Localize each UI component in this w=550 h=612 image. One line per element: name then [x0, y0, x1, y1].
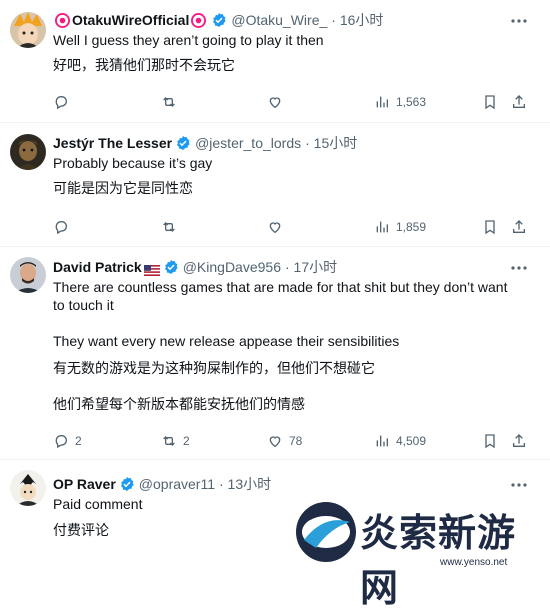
reply-icon [55, 96, 67, 110]
watermark-logo-icon [296, 502, 356, 562]
bookmark-icon [485, 95, 495, 110]
display-name[interactable]: Jestýr The Lesser [53, 134, 172, 152]
retweet-button[interactable]: 2 [161, 431, 190, 451]
retweet-button[interactable] [161, 92, 183, 112]
like-button[interactable] [267, 217, 289, 237]
handle[interactable]: @jester_to_lords [195, 134, 301, 152]
share-icon [513, 434, 525, 447]
display-name[interactable]: David Patrick [53, 258, 142, 276]
bookmark-icon [485, 434, 495, 449]
verified-badge-icon [163, 259, 179, 275]
retweet-icon [163, 436, 175, 446]
tweet-text-line: to touch it [53, 297, 114, 313]
timestamp[interactable]: · 16小时 [331, 11, 383, 29]
handle[interactable]: @Otaku_Wire_ [231, 11, 327, 29]
views-button[interactable]: 1,563 [374, 92, 426, 112]
pink-badge-icon [191, 12, 207, 28]
tweet[interactable]: Jestýr The Lesser @jester_to_lords · 15小… [0, 123, 550, 246]
tweet-actions: 1,563 [53, 92, 533, 112]
tweet-text-line: 他们希望每个新版本都能安抚他们的情感 [53, 396, 305, 412]
more-options-icon[interactable] [510, 12, 528, 30]
display-name[interactable]: OP Raver [53, 475, 116, 493]
avatar[interactable] [10, 134, 46, 170]
share-icon [513, 95, 525, 108]
timestamp[interactable]: · 13小时 [219, 475, 271, 493]
tweet-text-line: Probably because it’s gay [53, 155, 213, 171]
bookmark-button[interactable] [482, 92, 498, 112]
like-button[interactable]: 78 [267, 431, 302, 451]
watermark-url: www.yenso.net [440, 557, 508, 568]
reply-button[interactable] [53, 217, 75, 237]
heart-icon [269, 436, 281, 448]
tweet-text-line: 有无数的游戏是为这种狗屎制作的，但他们不想碰它 [53, 360, 375, 376]
share-button[interactable] [511, 92, 527, 112]
reply-button[interactable]: 2 [53, 431, 82, 451]
watermark: 炎索新游网 www.yenso.net [290, 484, 550, 610]
tweet-header: OtakuWireOfficial @Otaku_Wire_ · 16小时 [53, 11, 510, 29]
handle[interactable]: @opraver11 [139, 475, 215, 493]
retweet-icon [163, 97, 175, 107]
handle[interactable]: @KingDave956 [183, 258, 281, 276]
tweet-actions: 1,859 [53, 217, 533, 237]
tweet-actions: 2 2 78 4,509 [53, 431, 533, 451]
avatar[interactable] [10, 12, 46, 48]
verified-badge-icon [211, 12, 227, 28]
avatar[interactable] [10, 470, 46, 506]
verified-badge-icon [119, 476, 135, 492]
tweet-text-line: There are countless games that are made … [53, 279, 508, 295]
like-button[interactable] [267, 92, 289, 112]
tweet-text-line: 可能是因为它是同性恋 [53, 180, 193, 196]
display-name[interactable]: OtakuWireOfficial [72, 11, 189, 29]
views-icon [376, 221, 388, 233]
views-button[interactable]: 4,509 [374, 431, 426, 451]
retweet-icon [163, 222, 175, 232]
share-icon [513, 220, 525, 233]
tweet-text-line: Well I guess they aren’t going to play i… [53, 32, 324, 48]
tweet-text-line: 好吧，我猜他们那时不会玩它 [53, 57, 235, 73]
verified-badge-icon [175, 135, 191, 151]
avatar[interactable] [10, 257, 46, 293]
bookmark-button[interactable] [482, 217, 498, 237]
more-options-icon[interactable] [510, 259, 528, 277]
bookmark-icon [485, 220, 495, 235]
tweet[interactable]: OtakuWireOfficial @Otaku_Wire_ · 16小时 We… [0, 0, 550, 122]
us-flag-icon [143, 262, 160, 276]
share-button[interactable] [511, 431, 527, 451]
reply-icon [55, 221, 67, 235]
retweet-button[interactable] [161, 217, 183, 237]
heart-icon [269, 222, 281, 234]
bookmark-button[interactable] [482, 431, 498, 451]
tweet-header: David Patrick @KingDave956 · 17小时 [53, 258, 510, 276]
views-icon [376, 96, 388, 108]
timestamp[interactable]: · 17小时 [285, 258, 337, 276]
reply-button[interactable] [53, 92, 75, 112]
reply-icon [55, 435, 67, 449]
views-icon [376, 435, 388, 447]
tweet-text-line: They want every new release appease thei… [53, 333, 400, 349]
heart-icon [269, 97, 281, 109]
timestamp[interactable]: · 15小时 [305, 134, 357, 152]
tweet[interactable]: David Patrick @KingDave956 · 17小时 There … [0, 247, 550, 459]
tweet-header: Jestýr The Lesser @jester_to_lords · 15小… [53, 134, 510, 152]
pink-badge-icon [55, 12, 70, 28]
share-button[interactable] [511, 217, 527, 237]
views-button[interactable]: 1,859 [374, 217, 426, 237]
